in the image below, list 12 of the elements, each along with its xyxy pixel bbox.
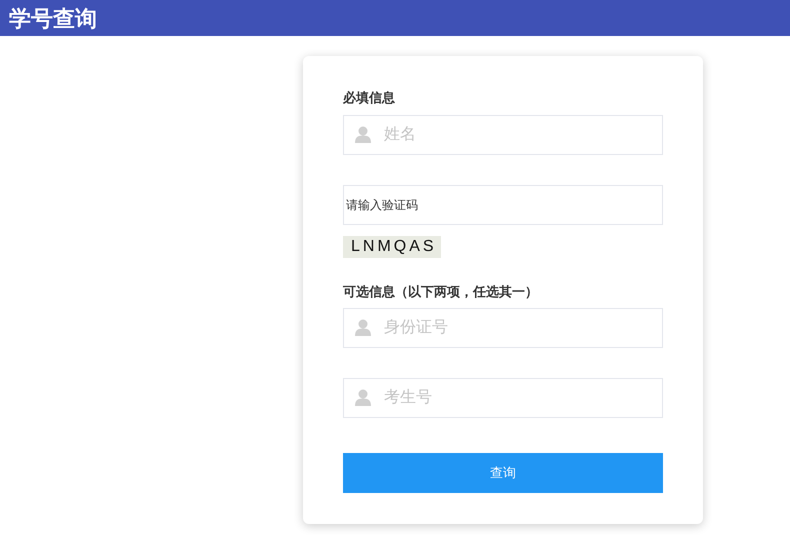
input-field[interactable]: 考生号	[343, 378, 663, 418]
user-icon	[355, 319, 371, 336]
page-title: 学号查询	[9, 4, 97, 32]
user-icon	[355, 126, 371, 142]
section-label: 可选信息（以下两项，任选其一）	[343, 282, 539, 300]
submit-button[interactable]: 查询	[343, 453, 663, 493]
captcha-image: LNMQAS	[343, 236, 441, 258]
input-field[interactable]: 身份证号	[343, 308, 663, 348]
captcha-field[interactable]: 请输入验证码	[343, 184, 663, 224]
user-icon	[355, 389, 371, 406]
section-label: 必填信息	[343, 89, 396, 107]
input-field[interactable]: 姓名	[343, 114, 663, 154]
